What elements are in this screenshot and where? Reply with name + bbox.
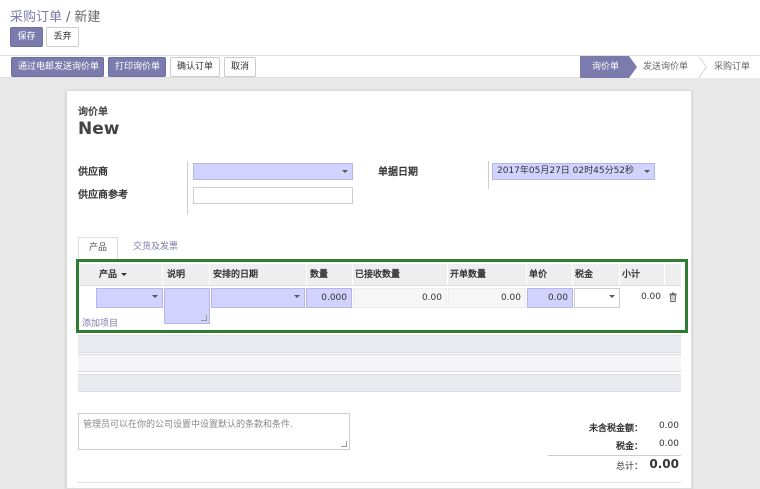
vendor-ref-label: 供应商参考 xyxy=(78,190,128,201)
untaxed-value: 0.00 xyxy=(658,421,679,431)
save-button[interactable]: 保存 xyxy=(10,27,43,47)
terms-textarea[interactable]: 管理员可以在你的公司设置中设置默认的条款和条件. xyxy=(78,413,350,450)
vendor-select[interactable] xyxy=(193,163,353,180)
stage-pipeline: 询价单 发送询价单 采购订单 xyxy=(579,56,760,78)
totals-divider xyxy=(548,455,681,456)
empty-row xyxy=(78,335,681,353)
stage-rfq[interactable]: 询价单 xyxy=(579,56,637,78)
tax-value: 0.00 xyxy=(658,439,679,449)
control-panel: 采购订单 / 新建 保存 丢弃 xyxy=(0,0,760,56)
status-bar: 通过电邮发送询价单 打印询价单 确认订单 取消 询价单 发送询价单 采购订单 xyxy=(0,56,760,78)
tab-delivery-invoices[interactable]: 交货及发票 xyxy=(123,237,188,259)
total-label: 总计： xyxy=(615,462,643,472)
page-title: New xyxy=(78,119,120,139)
breadcrumb-parent[interactable]: 采购订单 xyxy=(10,10,62,25)
resize-handle-icon[interactable] xyxy=(341,441,347,447)
vendor-label: 供应商 xyxy=(78,167,108,178)
order-date-label: 单据日期 xyxy=(378,167,418,178)
divider xyxy=(78,482,681,483)
stage-arrow xyxy=(628,56,637,78)
stage-purchase-order[interactable]: 采购订单 xyxy=(697,56,760,78)
tab-products[interactable]: 产品 xyxy=(78,237,119,259)
terms-placeholder: 管理员可以在你的公司设置中设置默认的条款和条件. xyxy=(83,420,293,430)
print-rfq-button[interactable]: 打印询价单 xyxy=(108,57,166,77)
divider xyxy=(488,161,489,189)
chevron-down-icon xyxy=(644,170,650,173)
breadcrumb-current: 新建 xyxy=(74,10,101,25)
breadcrumb: 采购订单 / 新建 xyxy=(10,6,100,25)
stage-rfq-sent[interactable]: 发送询价单 xyxy=(628,56,707,78)
empty-row xyxy=(78,354,681,372)
confirm-order-button[interactable]: 确认订单 xyxy=(170,57,220,77)
order-date-value: 2017年05月27日 02时45分52秒 xyxy=(497,166,635,176)
empty-row xyxy=(78,374,681,392)
tax-label: 税金： xyxy=(615,442,643,452)
order-date-input[interactable]: 2017年05月27日 02时45分52秒 xyxy=(492,163,655,180)
total-value: 0.00 xyxy=(649,457,679,471)
divider xyxy=(187,161,188,215)
breadcrumb-separator: / xyxy=(66,10,71,25)
stage-label: 发送询价单 xyxy=(642,62,688,72)
cancel-button[interactable]: 取消 xyxy=(224,57,256,77)
vendor-ref-input[interactable] xyxy=(193,187,353,204)
stage-label: 询价单 xyxy=(591,62,619,72)
untaxed-label: 未含税金额： xyxy=(588,424,643,434)
send-email-button[interactable]: 通过电邮发送询价单 xyxy=(11,57,104,77)
chevron-down-icon xyxy=(342,170,348,173)
stage-arrow xyxy=(697,56,706,78)
doc-type-label: 询价单 xyxy=(78,107,108,118)
highlight-box xyxy=(76,259,688,333)
stage-label: 采购订单 xyxy=(713,62,750,72)
discard-button[interactable]: 丢弃 xyxy=(46,27,79,47)
